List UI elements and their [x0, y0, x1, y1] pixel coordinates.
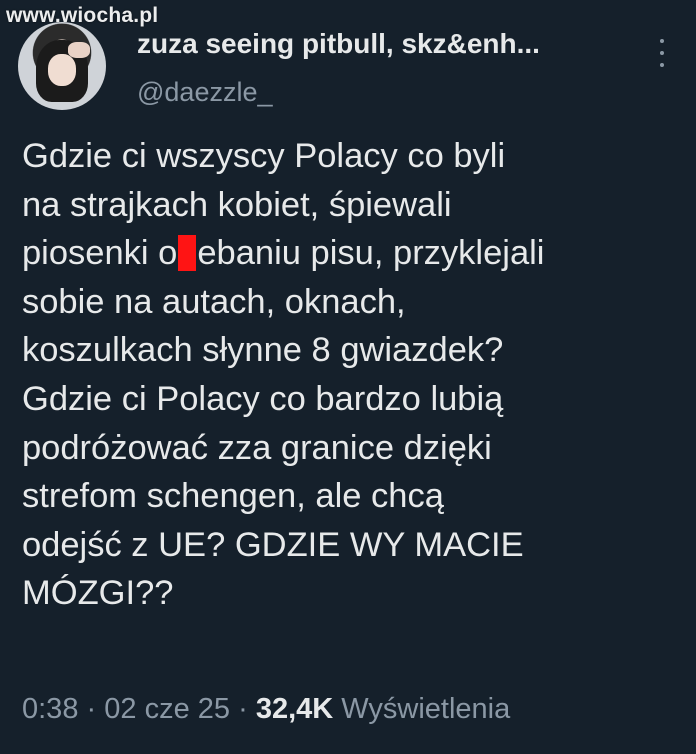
meta-separator: · — [86, 693, 97, 725]
avatar[interactable] — [18, 22, 106, 110]
tweet-line: Gdzie ci wszyscy Polacy co byli — [22, 137, 506, 175]
views-count[interactable]: 32,4K — [256, 693, 333, 725]
tweet-line: na strajkach kobiet, śpiewali — [22, 185, 452, 224]
tweet-line: podróżować zza granice dzięki — [22, 428, 492, 467]
avatar-face — [48, 54, 76, 86]
display-name[interactable]: zuza seeing pitbull, skz&enh... — [137, 28, 540, 60]
tweet-line: odejść z UE? GDZIE WY MACIE — [22, 525, 524, 564]
tweet-line: strefom schengen, ale chcą — [22, 477, 444, 516]
tweet-line: MÓZGI?? — [22, 574, 174, 613]
tweet-date[interactable]: 02 cze 25 — [104, 693, 230, 725]
avatar-hand — [68, 42, 90, 58]
tweet-text: Gdzie ci wszyscy Polacy co byli na straj… — [22, 132, 682, 618]
tweet-line-censored: piosenki o ebaniu pisu, przyklejali — [22, 229, 682, 278]
watermark: www.wiocha.pl — [6, 4, 159, 27]
tweet-meta: 0:38 · 02 cze 25 · 32,4K Wyświetlenia — [22, 693, 510, 726]
tweet-time[interactable]: 0:38 — [22, 693, 78, 725]
meta-separator: · — [238, 693, 248, 725]
tweet-line: koszulkach słynne 8 gwiazdek? — [22, 331, 504, 370]
tweet-line-part: piosenki o — [22, 234, 178, 273]
tweet-line-part: ebaniu pisu, przyklejali — [197, 234, 545, 273]
censor-bar — [178, 235, 197, 272]
tweet-line: sobie na autach, oknach, — [22, 282, 406, 321]
views-label[interactable]: Wyświetlenia — [341, 693, 510, 725]
more-vertical-icon[interactable] — [656, 39, 668, 67]
tweet-line: Gdzie ci Polacy co bardzo lubią — [22, 379, 504, 418]
user-handle[interactable]: @daezzle_ — [137, 77, 273, 108]
